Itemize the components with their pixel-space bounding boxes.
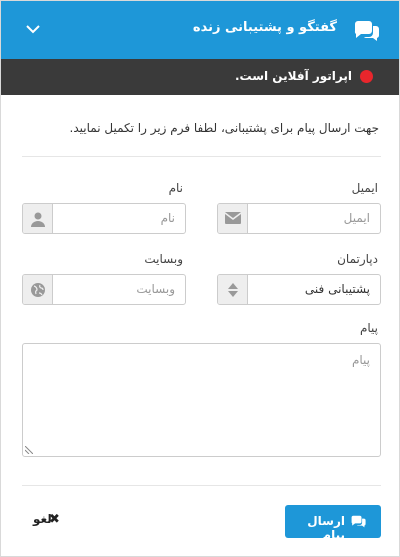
message-placeholder: پیام [351,353,370,367]
chat-title: گفتگو و پشتیبانی زنده [192,20,337,35]
send-message-button[interactable]: ارسال پیام [285,505,381,542]
sort-icon [228,283,238,297]
email-field[interactable]: ایمیل [217,203,381,234]
resize-grip-icon[interactable] [25,446,33,454]
user-icon [31,212,45,227]
name-placeholder: نام [160,211,175,225]
department-selected-value: پشتیبانی فنی [304,282,370,296]
chat-bubbles-icon [354,21,380,41]
chevron-down-icon[interactable] [23,19,43,39]
send-button-label: ارسال پیام [307,514,345,542]
offline-status-dot [360,70,373,83]
chat-bubbles-icon [351,515,366,528]
divider [22,156,381,157]
cancel-button[interactable]: لغو ✖ [33,512,60,527]
chat-header[interactable]: گفتگو و پشتیبانی زنده [1,1,399,59]
name-field[interactable]: نام [22,203,186,234]
message-label: پیام [359,321,378,335]
divider [22,485,381,486]
name-label: نام [168,181,183,195]
operator-status-bar: اپراتور آفلاین است. [1,59,399,95]
department-addon [218,275,248,304]
website-label: وبسایت [144,252,183,266]
website-placeholder: وبسایت [136,282,175,296]
email-placeholder: ایمیل [343,211,370,225]
globe-icon [31,283,45,297]
email-addon [218,204,248,233]
website-field[interactable]: وبسایت [22,274,186,305]
website-addon [23,275,53,304]
department-select[interactable]: پشتیبانی فنی [217,274,381,305]
message-textarea[interactable]: پیام [22,343,381,457]
department-label: دپارتمان [337,252,378,266]
live-chat-widget: گفتگو و پشتیبانی زنده اپراتور آفلاین است… [0,0,400,557]
form-intro-text: جهت ارسال پیام برای پشتیبانی، لطفا فرم ز… [69,121,379,135]
email-label: ایمیل [351,181,378,195]
close-icon: ✖ [49,512,60,527]
envelope-icon [225,212,241,224]
operator-status-text: اپراتور آفلاین است. [234,69,352,83]
name-addon [23,204,53,233]
